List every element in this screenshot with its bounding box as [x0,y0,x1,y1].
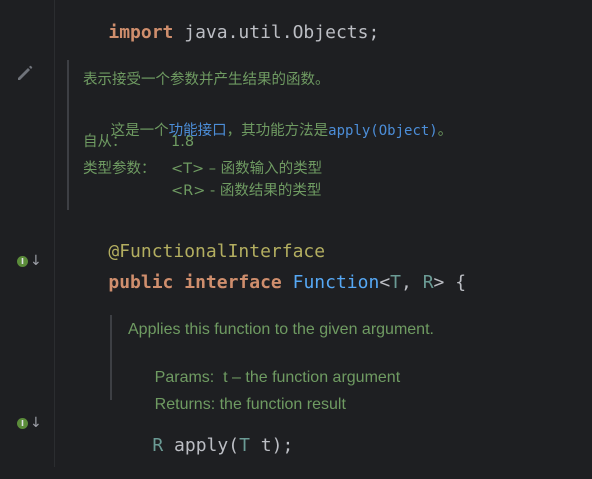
type-close: > [433,272,445,293]
arrow-down-icon: ↓ [30,415,42,431]
method-end: ); [271,435,294,456]
doc-description: 这是一个功能接口，其功能方法是apply(Object)。 [83,101,453,161]
interface-keyword: interface [184,272,282,293]
rendered-doc-comment-cn[interactable]: 表示接受一个参数并产生结果的函数。 这是一个功能接口，其功能方法是apply(O… [67,60,587,210]
doc-text: 。 [437,123,453,139]
method-return-type: R [152,435,164,456]
interface-declaration[interactable]: public interface Function<T, R> { [65,250,466,316]
doc-since-value: 1.8 [171,134,195,150]
method-param-name: t [249,435,272,456]
import-keyword: import [108,22,174,43]
doc-tparam-t: <T> – 函数输入的类型 [171,161,323,177]
method-implementations-gutter-icon[interactable]: I ↓ [17,416,42,430]
interface-name: Function [292,272,380,293]
type-comma: , [401,272,423,293]
pencil-icon[interactable] [15,63,35,83]
import-statement[interactable]: import java.util.Objects; [65,0,379,66]
type-param-t: T [390,272,402,293]
doc-tparams-label: 类型参数： [83,161,156,177]
doc-summary: 表示接受一个参数并产生结果的函数。 [83,72,330,88]
implementations-gutter-icon[interactable]: I ↓ [17,254,42,268]
public-keyword: public [108,272,174,293]
rendered-doc-comment-en[interactable]: Applies this function to the given argum… [110,315,590,413]
method-param-type: T [239,435,250,456]
apply-method-link[interactable]: apply(Object) [328,123,438,139]
arrow-down-icon: ↓ [30,253,42,269]
method-declaration[interactable]: R apply(T t); [109,413,293,479]
brace-open: { [444,272,467,293]
doc-method-summary: Applies this function to the given argum… [128,321,434,338]
pencil-icon-svg [18,65,33,80]
method-paren-open: ( [228,435,240,456]
doc-since-label: 自从： [83,134,127,150]
import-path: java.util.Objects; [173,22,380,43]
implemented-badge-icon: I [17,417,28,429]
method-name: apply [174,435,229,456]
code-editor[interactable]: import java.util.Objects; 表示接受一个参数并产生结果的… [55,0,592,467]
doc-returns-label: Returns: [154,396,216,413]
implemented-badge-icon: I [17,255,28,267]
editor-gutter: I ↓ I ↓ [0,0,55,467]
doc-text: ，其功能方法是 [226,123,329,139]
type-param-r: R [422,272,434,293]
doc-returns-value: the function result [219,396,346,413]
type-open: < [379,272,391,293]
doc-tparam-r: <R> - 函数结果的类型 [171,183,322,199]
